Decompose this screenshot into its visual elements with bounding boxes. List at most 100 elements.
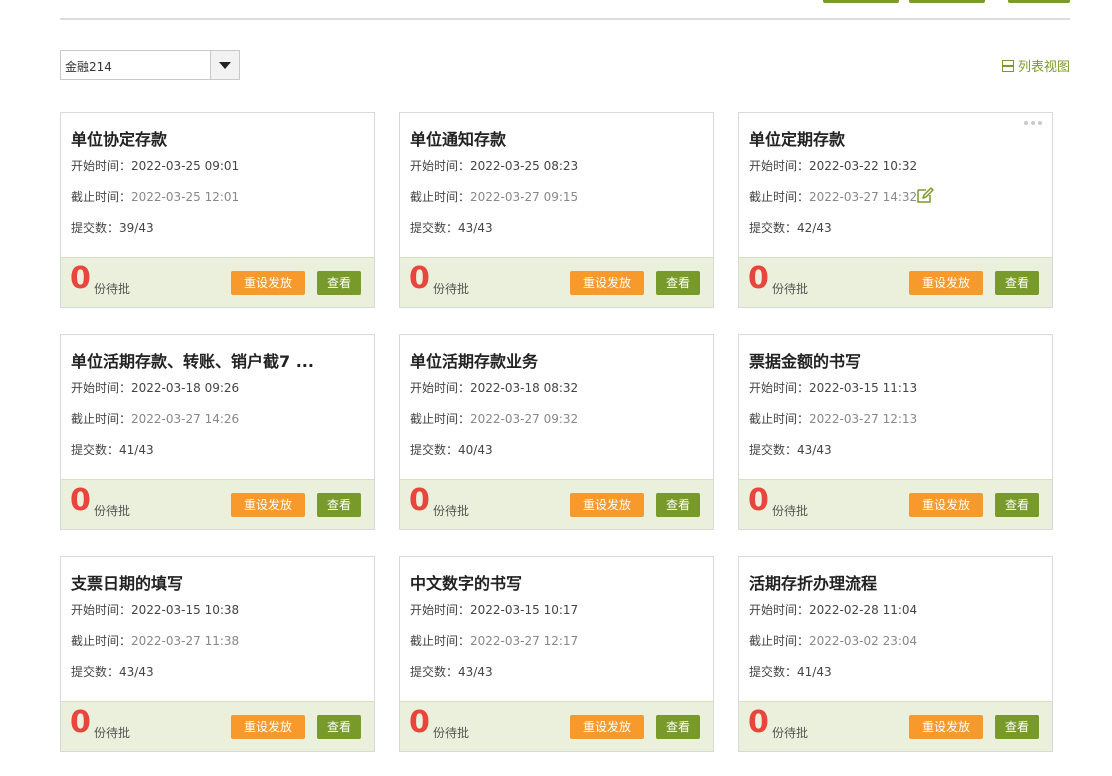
card-start-time: 开始时间：2022-03-25 08:23: [410, 159, 579, 173]
pending-count: 0: [409, 483, 430, 518]
list-view-icon: [1001, 59, 1014, 72]
assignment-card: 单位活期存款、转账、销户截7 ... 开始时间：2022-03-18 09:26 截…: [60, 334, 375, 530]
card-title: 活期存折办理流程: [749, 574, 878, 593]
assignment-card: 单位通知存款 开始时间：2022-03-25 08:23 截止时间：2022-03-…: [399, 112, 714, 308]
reset-distribute-button[interactable]: 重设发放: [909, 271, 983, 295]
card-submission-count: 提交数：43/43: [410, 665, 493, 679]
list-view-toggle[interactable]: 列表视图: [1001, 56, 1070, 75]
card-submission-count: 提交数：41/43: [749, 665, 832, 679]
pending-label: 份待批: [433, 504, 470, 518]
card-start-time: 开始时间：2022-03-18 08:32: [410, 381, 579, 395]
card-footer: 0 份待批 重设发放 查看: [400, 257, 713, 307]
top-toolbar-button-2[interactable]: [909, 0, 985, 3]
view-button[interactable]: 查看: [656, 715, 700, 739]
pending-label: 份待批: [772, 282, 809, 296]
pending-label: 份待批: [433, 726, 470, 740]
pending-label: 份待批: [433, 282, 470, 296]
card-end-time: 截止时间：2022-03-27 12:17: [410, 634, 579, 648]
card-start-time: 开始时间：2022-03-15 11:13: [749, 381, 918, 395]
view-button[interactable]: 查看: [317, 715, 361, 739]
reset-distribute-button[interactable]: 重设发放: [231, 271, 305, 295]
card-title: 单位活期存款业务: [410, 352, 539, 371]
view-button[interactable]: 查看: [317, 271, 361, 295]
card-end-time: 截止时间：2022-03-27 14:26: [71, 412, 240, 426]
assignment-card: 中文数字的书写开始时间：2022-03-15 10:17 截止时间：2022-03…: [399, 556, 714, 752]
card-end-time: 截止时间：2022-03-25 12:01: [71, 190, 240, 204]
pending-label: 份待批: [772, 726, 809, 740]
card-end-time: 截止时间：2022-03-27 11:38: [71, 634, 240, 648]
pending-count: 0: [748, 261, 769, 296]
card-title: 支票日期的填写: [71, 574, 184, 593]
view-button[interactable]: 查看: [317, 493, 361, 517]
more-options-icon[interactable]: [1024, 121, 1042, 125]
card-title: 中文数字的书写: [410, 574, 523, 593]
card-title: 票据金额的书写: [749, 352, 862, 371]
pending-count: 0: [748, 705, 769, 740]
reset-distribute-button[interactable]: 重设发放: [909, 493, 983, 517]
card-start-time: 开始时间：2022-03-22 10:32: [749, 159, 918, 173]
card-footer: 0 份待批 重设发放 查看: [739, 701, 1052, 751]
card-submission-count: 提交数：41/43: [71, 443, 154, 457]
dropdown-arrow-button[interactable]: [210, 51, 239, 79]
card-submission-count: 提交数：43/43: [749, 443, 832, 457]
card-footer: 0 份待批 重设发放 查看: [61, 479, 374, 529]
view-button[interactable]: 查看: [995, 493, 1039, 517]
reset-distribute-button[interactable]: 重设发放: [570, 715, 644, 739]
card-submission-count: 提交数：40/43: [410, 443, 493, 457]
class-select-value: 金融214: [65, 60, 112, 74]
card-start-time: 开始时间：2022-03-25 09:01: [71, 159, 240, 173]
card-end-time: 截止时间：2022-03-27 09:15: [410, 190, 579, 204]
card-start-time: 开始时间：2022-03-15 10:17: [410, 603, 579, 617]
view-button[interactable]: 查看: [995, 271, 1039, 295]
card-footer: 0 份待批 重设发放 查看: [400, 701, 713, 751]
assignment-card: 活期存折办理流程开始时间：2022-02-28 11:04 截止时间：2022-0…: [738, 556, 1053, 752]
card-submission-count: 提交数：39/43: [71, 221, 154, 235]
card-title: 单位协定存款: [71, 130, 168, 149]
top-toolbar-button-1[interactable]: [823, 0, 899, 3]
card-footer: 0 份待批 重设发放 查看: [61, 701, 374, 751]
reset-distribute-button[interactable]: 重设发放: [231, 493, 305, 517]
card-end-time: 截止时间：2022-03-27 09:32: [410, 412, 579, 426]
card-submission-count: 提交数：42/43: [749, 221, 832, 235]
card-footer: 0 份待批 重设发放 查看: [61, 257, 374, 307]
pending-label: 份待批: [94, 726, 131, 740]
assignment-card: 单位定期存款开始时间：2022-03-22 10:32 截止时间：2022-03-…: [738, 112, 1053, 308]
pending-count: 0: [748, 483, 769, 518]
pending-count: 0: [70, 705, 91, 740]
pending-count: 0: [70, 261, 91, 296]
card-end-time: 截止时间：2022-03-02 23:04: [749, 634, 918, 648]
view-button[interactable]: 查看: [656, 493, 700, 517]
pending-label: 份待批: [772, 504, 809, 518]
assignment-card: 单位协定存款开始时间：2022-03-25 09:01 截止时间：2022-03-…: [60, 112, 375, 308]
assignment-card: 支票日期的填写开始时间：2022-03-15 10:38 截止时间：2022-03…: [60, 556, 375, 752]
card-submission-count: 提交数：43/43: [71, 665, 154, 679]
pending-count: 0: [70, 483, 91, 518]
pending-count: 0: [409, 261, 430, 296]
assignment-card: 票据金额的书写 开始时间：2022-03-15 11:13 截止时间：2022-03…: [738, 334, 1053, 530]
reset-distribute-button[interactable]: 重设发放: [570, 493, 644, 517]
header-divider: [60, 18, 1070, 20]
pending-label: 份待批: [94, 504, 131, 518]
card-footer: 0 份待批 重设发放 查看: [739, 257, 1052, 307]
card-title: 单位活期存款、转账、销户截7 ...: [71, 352, 314, 371]
assignment-card: 单位活期存款业务开始时间：2022-03-18 08:32 截止时间：2022-0…: [399, 334, 714, 530]
card-start-time: 开始时间：2022-02-28 11:04: [749, 603, 918, 617]
pending-label: 份待批: [94, 282, 131, 296]
view-button[interactable]: 查看: [656, 271, 700, 295]
card-footer: 0 份待批 重设发放 查看: [400, 479, 713, 529]
pending-count: 0: [409, 705, 430, 740]
view-button[interactable]: 查看: [995, 715, 1039, 739]
list-view-label: 列表视图: [1017, 60, 1070, 75]
reset-distribute-button[interactable]: 重设发放: [570, 271, 644, 295]
top-toolbar-button-3[interactable]: [1008, 0, 1070, 3]
reset-distribute-button[interactable]: 重设发放: [909, 715, 983, 739]
chevron-down-icon: [219, 62, 231, 69]
reset-distribute-button[interactable]: 重设发放: [231, 715, 305, 739]
card-start-time: 开始时间：2022-03-15 10:38: [71, 603, 240, 617]
card-end-time: 截止时间：2022-03-27 14:32: [749, 190, 918, 204]
card-submission-count: 提交数：43/43: [410, 221, 493, 235]
card-start-time: 开始时间：2022-03-18 09:26: [71, 381, 240, 395]
card-title: 单位定期存款: [749, 130, 846, 149]
edit-icon[interactable]: [915, 185, 935, 205]
class-select-dropdown[interactable]: 金融214: [60, 50, 240, 80]
